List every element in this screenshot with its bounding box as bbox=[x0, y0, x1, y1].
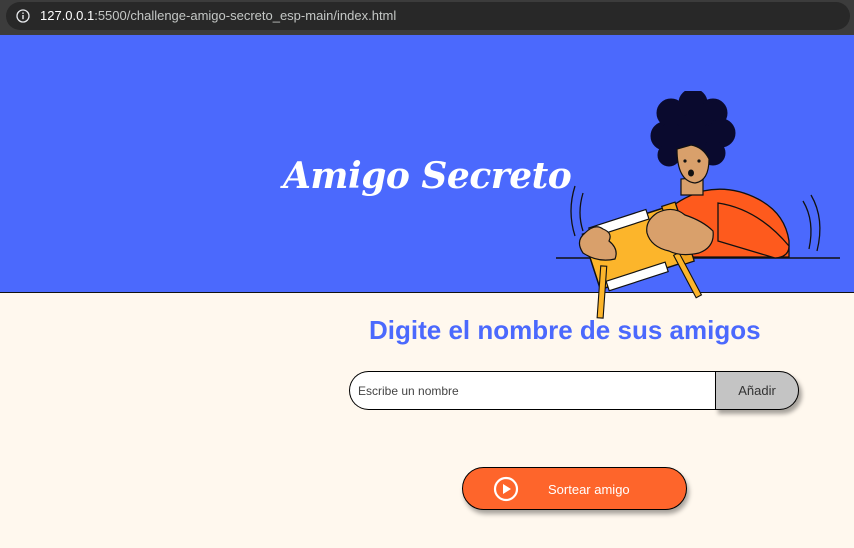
name-input[interactable] bbox=[349, 371, 729, 410]
add-friend-form: Añadir bbox=[349, 371, 799, 410]
person-holding-box-illustration bbox=[556, 91, 840, 319]
url-host: 127.0.0.1 bbox=[40, 8, 95, 23]
browser-address-bar: 127.0.0.1:5500/challenge-amigo-secreto_e… bbox=[0, 0, 854, 35]
url-text[interactable]: 127.0.0.1:5500/challenge-amigo-secreto_e… bbox=[40, 8, 396, 23]
draw-button-label: Sortear amigo bbox=[548, 482, 630, 497]
add-button[interactable]: Añadir bbox=[715, 371, 799, 410]
main-title: Digite el nombre de sus amigos bbox=[369, 315, 761, 345]
url-field[interactable]: 127.0.0.1:5500/challenge-amigo-secreto_e… bbox=[6, 2, 850, 30]
draw-friend-button[interactable]: Sortear amigo bbox=[462, 467, 687, 510]
banner-title: Amigo Secreto bbox=[283, 155, 572, 197]
info-circle-icon[interactable] bbox=[16, 9, 30, 23]
play-circle-icon bbox=[493, 476, 519, 502]
url-path: :5500/challenge-amigo-secreto_esp-main/i… bbox=[94, 8, 397, 23]
header-banner: Amigo Secreto bbox=[0, 35, 854, 319]
